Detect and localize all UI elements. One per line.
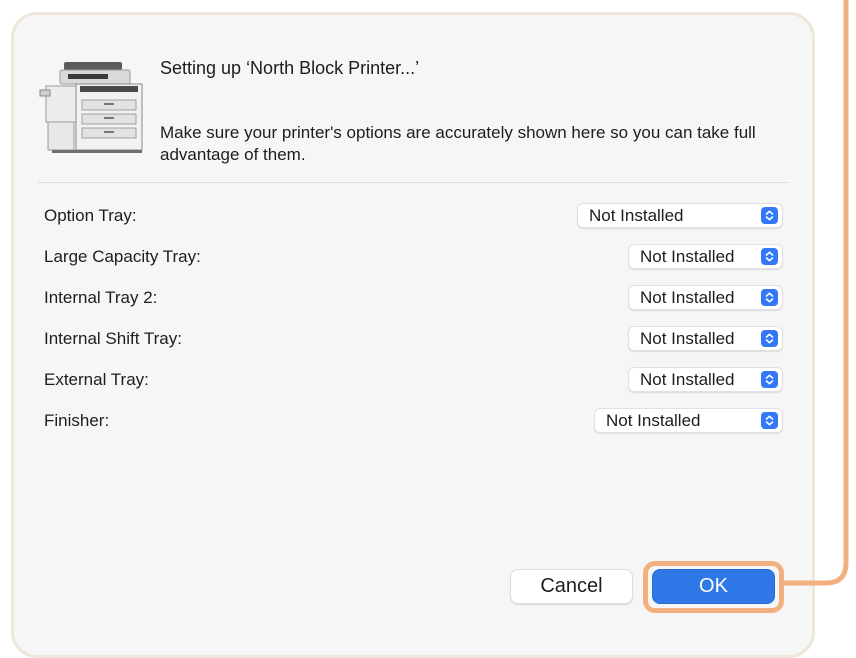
option-tray-value: Not Installed (589, 206, 684, 225)
option-tray-select[interactable]: Not Installed (577, 203, 783, 228)
finisher-label: Finisher: (44, 411, 110, 430)
external-tray-label: External Tray: (44, 370, 149, 389)
dialog-message: Make sure your printer's options are acc… (160, 123, 756, 164)
internal-tray-2-label: Internal Tray 2: (44, 288, 158, 307)
callout-connector (784, 0, 849, 586)
internal-shift-tray-select[interactable]: Not Installed (628, 326, 783, 351)
finisher-select[interactable]: Not Installed (594, 408, 783, 433)
chevron-up-down-icon (761, 207, 778, 224)
chevron-up-down-icon (761, 330, 778, 347)
external-tray-select[interactable]: Not Installed (628, 367, 783, 392)
chevron-up-down-icon (761, 371, 778, 388)
internal-tray-2-select[interactable]: Not Installed (628, 285, 783, 310)
finisher-value: Not Installed (606, 411, 701, 430)
chevron-up-down-icon (761, 412, 778, 429)
cancel-button[interactable]: Cancel (510, 569, 633, 604)
option-tray-label: Option Tray: (44, 206, 137, 225)
internal-shift-tray-value: Not Installed (640, 329, 735, 348)
ok-button-highlight (643, 561, 784, 613)
chevron-up-down-icon (761, 248, 778, 265)
external-tray-value: Not Installed (640, 370, 735, 389)
large-capacity-tray-value: Not Installed (640, 247, 735, 266)
printer-icon (39, 62, 143, 153)
large-capacity-tray-label: Large Capacity Tray: (44, 247, 201, 266)
internal-tray-2-value: Not Installed (640, 288, 735, 307)
divider (38, 182, 789, 183)
chevron-up-down-icon (761, 289, 778, 306)
internal-shift-tray-label: Internal Shift Tray: (44, 329, 182, 348)
large-capacity-tray-select[interactable]: Not Installed (628, 244, 783, 269)
dialog-title: Setting up ‘North Block Printer...’ (160, 58, 420, 78)
